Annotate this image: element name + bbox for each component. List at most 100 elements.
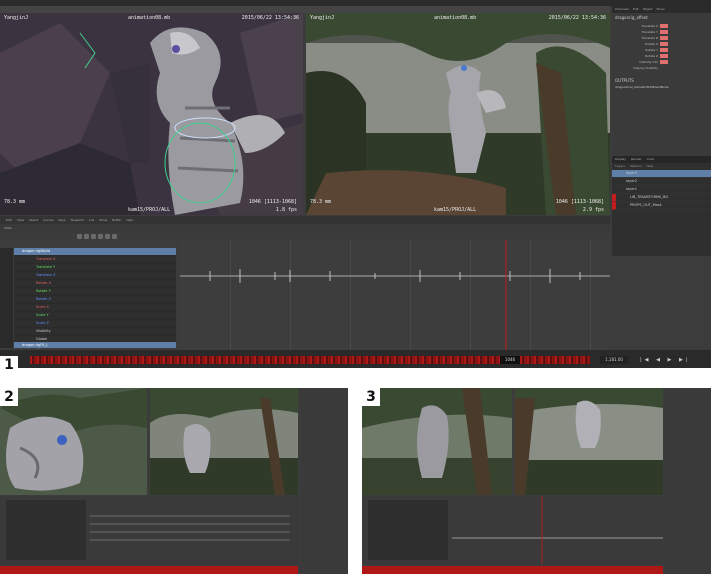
channel-row[interactable]: Translate Z [632, 35, 708, 40]
tab-edit[interactable]: Edit [633, 6, 639, 13]
menu-layers[interactable]: Layers [615, 163, 625, 170]
layer-item[interactable]: LIB_TRANSFORMS_BG [612, 194, 711, 202]
left-camera-label: YangjinJ [4, 15, 29, 21]
layer-item[interactable]: layer2 [612, 178, 711, 186]
graph-editor-menubar: Edit View Select Curves Keys Tangents Li… [0, 216, 610, 224]
panel3-right-viewport[interactable] [515, 388, 663, 495]
dragon-jump-shot [515, 388, 663, 495]
range-field[interactable]: 1,181.00 [600, 356, 628, 364]
channel-row[interactable]: Rotate Z [632, 53, 708, 58]
tab-object[interactable]: Object [643, 6, 653, 13]
stepped-tangent-icon[interactable] [104, 234, 110, 239]
panel-3-maya-window [362, 388, 711, 574]
shelf-toolbar [0, 6, 610, 21]
channel-row[interactable]: Translate X [632, 23, 708, 28]
outliner-item[interactable]: Rotate X [14, 280, 176, 288]
right-frame: 1046 [1113-1068] [555, 199, 604, 205]
graph-menu-select[interactable]: Select [29, 218, 38, 222]
outliner-item[interactable]: Scale X [14, 304, 176, 312]
channel-row[interactable]: Rotate Y [632, 47, 708, 52]
panel2-right-viewport[interactable] [150, 388, 298, 495]
time-slider[interactable]: 1046 1,181.00 |◀ ◀ ▶ ▶| [0, 350, 711, 368]
outliner-item[interactable]: Scale Z [14, 320, 176, 328]
panel-2-maya-window [0, 388, 348, 574]
graph-outliner: dragon:rigWorld Translate X Translate Y … [14, 248, 176, 352]
layer-item[interactable]: layer3 [612, 170, 711, 178]
outliner-item[interactable]: Rotate Y [14, 288, 176, 296]
right-lens: 78.3 mm [310, 199, 332, 205]
graph-menu-view[interactable]: View [17, 218, 24, 222]
panel-badge-2: 2 [0, 388, 18, 406]
dragon-model-closeup [79, 27, 285, 215]
tab-show[interactable]: Show [656, 6, 664, 13]
key-tool-icon[interactable] [76, 234, 82, 239]
outliner-item[interactable]: Translate X [14, 256, 176, 264]
outliner-item[interactable]: dragon:rigWorld [14, 248, 176, 256]
graph-menu-help[interactable]: Help [126, 218, 133, 222]
outliner-item[interactable]: Visibility [14, 328, 176, 336]
outliner-item[interactable]: Scale Y [14, 312, 176, 320]
left-file-name: animation08.mb [128, 15, 171, 21]
layer-item[interactable]: layer1 [612, 186, 711, 194]
panel3-graph-editor[interactable] [362, 496, 663, 564]
right-fps: 2.9 fps [582, 207, 604, 213]
graph-curve-area[interactable] [180, 240, 610, 350]
keyframe-ticks-right [520, 356, 590, 364]
menu-help[interactable]: Help [647, 163, 654, 170]
graph-menu-tangents[interactable]: Tangents [70, 218, 83, 222]
dragon-standing-shot [362, 388, 512, 495]
panel3-timeline[interactable] [362, 566, 663, 574]
panel2-graph-editor[interactable] [0, 496, 298, 564]
panel2-key-ticks [90, 515, 290, 541]
linear-tangent-icon[interactable] [97, 234, 103, 239]
dragon-face-closeup [0, 388, 147, 495]
channel-box: Channels Edit Object Show dragonrig_offs… [612, 6, 711, 256]
keyed-indicator [660, 47, 668, 52]
keyed-indicator [660, 29, 668, 34]
panel-badge-3: 3 [362, 388, 380, 406]
tab-display-layers[interactable]: Display [615, 156, 626, 163]
graph-editor-side-tools [0, 248, 13, 348]
outliner-bottom-item[interactable]: dragon:rigFK_L [14, 342, 176, 348]
right-viewport[interactable]: YangjinJ animation08.mb 2015/06/22 13:54… [306, 13, 610, 215]
panel2-left-viewport[interactable] [0, 388, 147, 495]
outliner-item[interactable]: Rotate Z [14, 296, 176, 304]
flat-tangent-icon[interactable] [90, 234, 96, 239]
left-timestamp: 2015/06/22 13:54:36 [241, 15, 299, 21]
channel-row[interactable]: Display Visibility [632, 65, 708, 70]
right-camera-label: YangjinJ [310, 15, 335, 21]
left-fps: 1.8 fps [275, 207, 297, 213]
tab-channels[interactable]: Channels [615, 6, 629, 13]
panel2-timeline[interactable] [0, 566, 298, 574]
right-file-name: animation08.mb [434, 15, 477, 21]
playback-controls[interactable]: |◀ ◀ ▶ ▶| [640, 356, 708, 364]
stats-label: Stats [4, 226, 12, 230]
layer-item[interactable]: PROPS_OUT_Mask [612, 202, 711, 210]
graph-menu-list[interactable]: List [89, 218, 94, 222]
tab-anim-layers[interactable]: Anim [647, 156, 655, 163]
panel3-channel-box [665, 388, 711, 574]
current-frame-field[interactable]: 1046 [500, 356, 520, 364]
channel-row[interactable]: Rotate X [632, 41, 708, 46]
channel-row[interactable]: Translate Y [632, 29, 708, 34]
output-node[interactable]: dragonlocal_standard05/BleedNode [612, 85, 711, 91]
buffer-icon[interactable] [111, 234, 117, 239]
animation-curves [180, 240, 610, 350]
tab-render-layers[interactable]: Render [631, 156, 642, 163]
graph-menu-curves[interactable]: Curves [43, 218, 53, 222]
channel-row[interactable]: Visibility Ctrl [632, 59, 708, 64]
graph-menu-keys[interactable]: Keys [59, 218, 66, 222]
keyed-indicator [660, 53, 668, 58]
left-viewport[interactable]: YangjinJ animation08.mb 2015/06/22 13:54… [0, 13, 303, 215]
layer-editor: Display Render Anim Layers Options Help … [612, 156, 711, 256]
panel2-channel-box [300, 388, 348, 574]
graph-menu-show[interactable]: Show [99, 218, 107, 222]
outliner-item[interactable]: Translate Y [14, 264, 176, 272]
right-timestamp: 2015/06/22 13:54:36 [548, 15, 606, 21]
tangent-icon[interactable] [83, 234, 89, 239]
graph-menu-edit[interactable]: Edit [6, 218, 12, 222]
outliner-item[interactable]: Translate Z [14, 272, 176, 280]
menu-options[interactable]: Options [630, 163, 642, 170]
graph-menu-buffer[interactable]: Buffer [112, 218, 121, 222]
panel3-left-viewport[interactable] [362, 388, 512, 495]
